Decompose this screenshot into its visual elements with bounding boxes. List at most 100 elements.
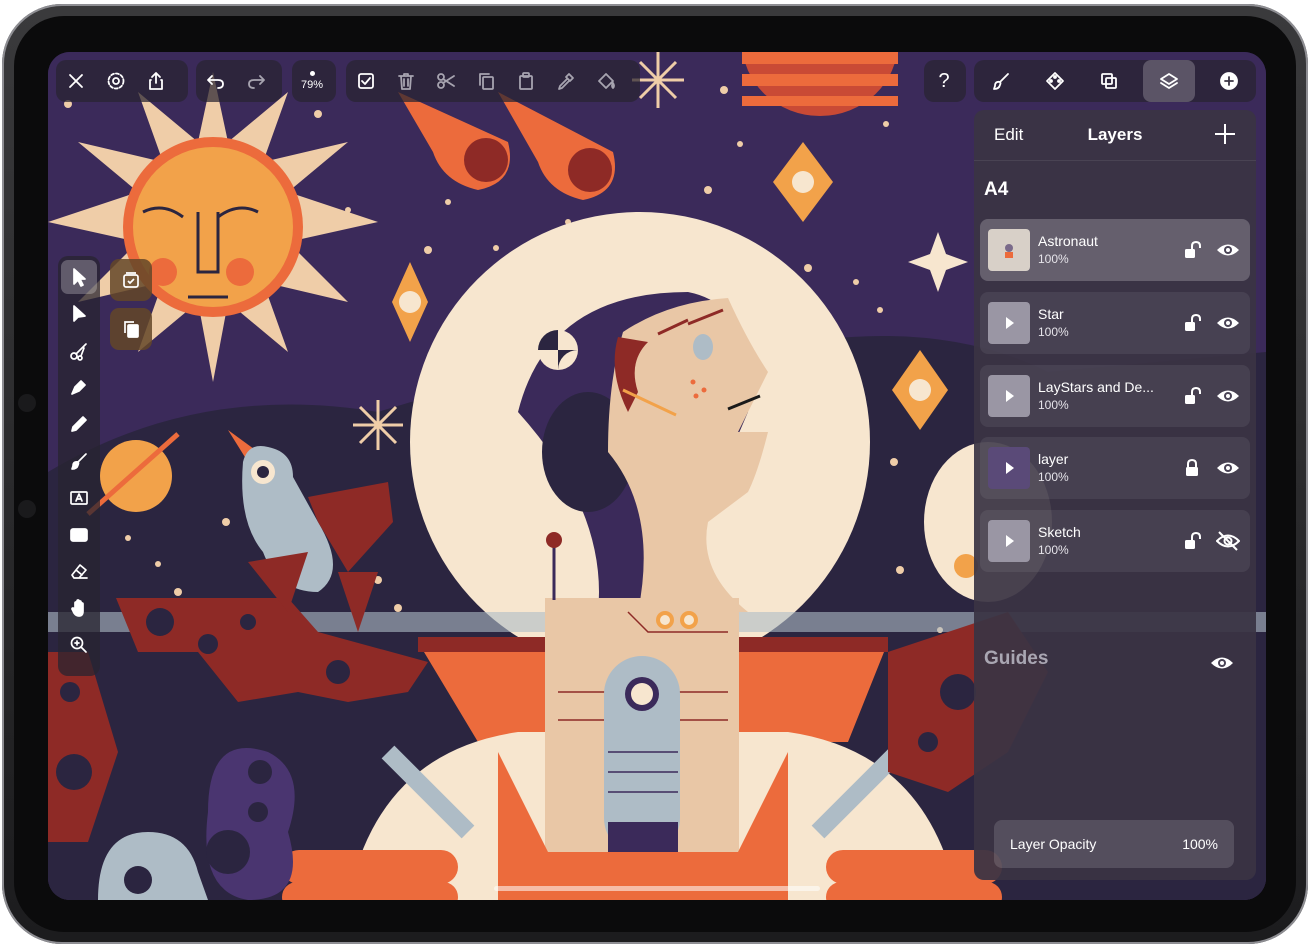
copy-button[interactable]	[466, 60, 506, 102]
lock-toggle[interactable]	[1182, 313, 1202, 333]
share-button[interactable]	[136, 60, 176, 102]
layer-row-star[interactable]: Star 100%	[980, 292, 1250, 354]
eraser-tool[interactable]	[61, 554, 97, 588]
layer-row-sketch[interactable]: Sketch 100%	[980, 510, 1250, 572]
unlock-icon	[1185, 531, 1201, 549]
layer-thumbnail	[988, 520, 1030, 562]
home-indicator[interactable]	[494, 886, 820, 891]
boolean-button[interactable]	[1089, 60, 1129, 102]
eye-icon	[1211, 657, 1233, 669]
layer-opacity-value: 100%	[1182, 836, 1218, 852]
group-disclosure-icon	[1006, 317, 1014, 329]
layer-row-laystars[interactable]: LayStars and De... 100%	[980, 365, 1250, 427]
visibility-toggle[interactable]	[1216, 457, 1240, 479]
direct-select-tool[interactable]	[61, 297, 97, 331]
layer-row-layer[interactable]: layer 100%	[980, 437, 1250, 499]
lock-toggle[interactable]	[1182, 240, 1202, 260]
close-icon	[69, 74, 83, 88]
zoom-button[interactable]: 79%	[292, 60, 332, 102]
astronaut-thumbnail-icon	[1005, 244, 1013, 258]
add-layer-button[interactable]	[1212, 121, 1238, 147]
pen-icon	[71, 380, 86, 396]
zoom-label: 79%	[300, 79, 324, 91]
fill-icon	[598, 73, 615, 89]
add-object-button[interactable]	[1209, 60, 1249, 102]
scissors-icon	[437, 73, 455, 89]
select-tool[interactable]	[61, 260, 97, 294]
lock-icon	[1186, 458, 1198, 476]
pencil-icon	[71, 416, 87, 433]
layers-button[interactable]	[1143, 60, 1195, 102]
brush-settings-button[interactable]	[981, 60, 1021, 102]
help-group: ?	[924, 60, 966, 102]
undo-button[interactable]	[196, 60, 236, 102]
share-icon	[149, 72, 163, 90]
pen-tool[interactable]	[61, 370, 97, 404]
layer-opacity: 100%	[1038, 252, 1069, 266]
boolean-icon	[1101, 73, 1117, 89]
layer-thumbnail	[988, 302, 1030, 344]
zoom-indicator[interactable]: 79%	[292, 60, 336, 102]
select-all-button[interactable]	[346, 60, 386, 102]
visibility-toggle[interactable]	[1216, 312, 1240, 334]
guides-label: Guides	[984, 648, 1049, 669]
camera-dot	[18, 394, 36, 412]
layer-opacity: 100%	[1038, 398, 1069, 412]
group-disclosure-icon	[1006, 535, 1014, 547]
visibility-toggle[interactable]	[1216, 385, 1240, 407]
layer-opacity-control[interactable]: Layer Opacity 100%	[994, 820, 1234, 868]
layer-name: layer	[1038, 451, 1069, 467]
visibility-toggle[interactable]	[1216, 239, 1240, 261]
app-screen: 79% ? Edit Layers A4 Astronaut 100% Star…	[48, 52, 1266, 900]
add-icon	[1220, 72, 1238, 90]
edit-toolbar	[346, 60, 640, 102]
pencil-tool[interactable]	[61, 407, 97, 441]
layer-thumbnail	[988, 229, 1030, 271]
inspector-toolbar	[974, 60, 1256, 102]
zoom-dot-icon	[309, 71, 315, 76]
tools-panel	[58, 256, 100, 676]
guides-visibility-toggle[interactable]	[1210, 652, 1234, 674]
layer-opacity: 100%	[1038, 470, 1069, 484]
fill-button[interactable]	[586, 60, 626, 102]
cut-button[interactable]	[426, 60, 466, 102]
select-all-subtool[interactable]	[110, 259, 152, 301]
unlock-icon	[1185, 313, 1201, 331]
scissors-icon	[70, 342, 87, 361]
eyedropper-icon	[558, 73, 574, 90]
zoom-tool[interactable]	[61, 628, 97, 662]
brush-tool[interactable]	[61, 444, 97, 478]
duplicate-icon	[124, 321, 139, 338]
close-button[interactable]	[56, 60, 96, 102]
lock-toggle[interactable]	[1182, 386, 1202, 406]
layer-thumbnail	[988, 375, 1030, 417]
help-button[interactable]: ?	[924, 60, 964, 102]
layer-row-astronaut[interactable]: Astronaut 100%	[980, 219, 1250, 281]
redo-button[interactable]	[236, 60, 276, 102]
camera-dot	[18, 500, 36, 518]
lock-toggle[interactable]	[1182, 458, 1202, 478]
paste-button[interactable]	[506, 60, 546, 102]
layer-opacity: 100%	[1038, 325, 1069, 339]
scissors-tool[interactable]	[61, 334, 97, 368]
direct-select-icon	[73, 304, 86, 322]
hand-icon	[71, 599, 84, 618]
select-arrow-icon	[73, 268, 86, 287]
settings-button[interactable]	[96, 60, 136, 102]
rectangle-tool[interactable]	[61, 518, 97, 552]
duplicate-subtool[interactable]	[110, 308, 152, 350]
lock-toggle[interactable]	[1182, 531, 1202, 551]
delete-button[interactable]	[386, 60, 426, 102]
visibility-toggle[interactable]	[1215, 530, 1241, 552]
text-tool[interactable]	[61, 481, 97, 515]
layer-name: LayStars and De...	[1038, 379, 1154, 395]
eyedropper-button[interactable]	[546, 60, 586, 102]
group-disclosure-icon	[1006, 462, 1014, 474]
layers-icon	[1160, 73, 1178, 89]
edit-button[interactable]: Edit	[994, 125, 1023, 145]
plus-icon	[1215, 124, 1235, 144]
style-button[interactable]	[1035, 60, 1075, 102]
brush-icon	[993, 73, 1009, 90]
history-toolbar	[196, 60, 282, 102]
hand-tool[interactable]	[61, 591, 97, 625]
